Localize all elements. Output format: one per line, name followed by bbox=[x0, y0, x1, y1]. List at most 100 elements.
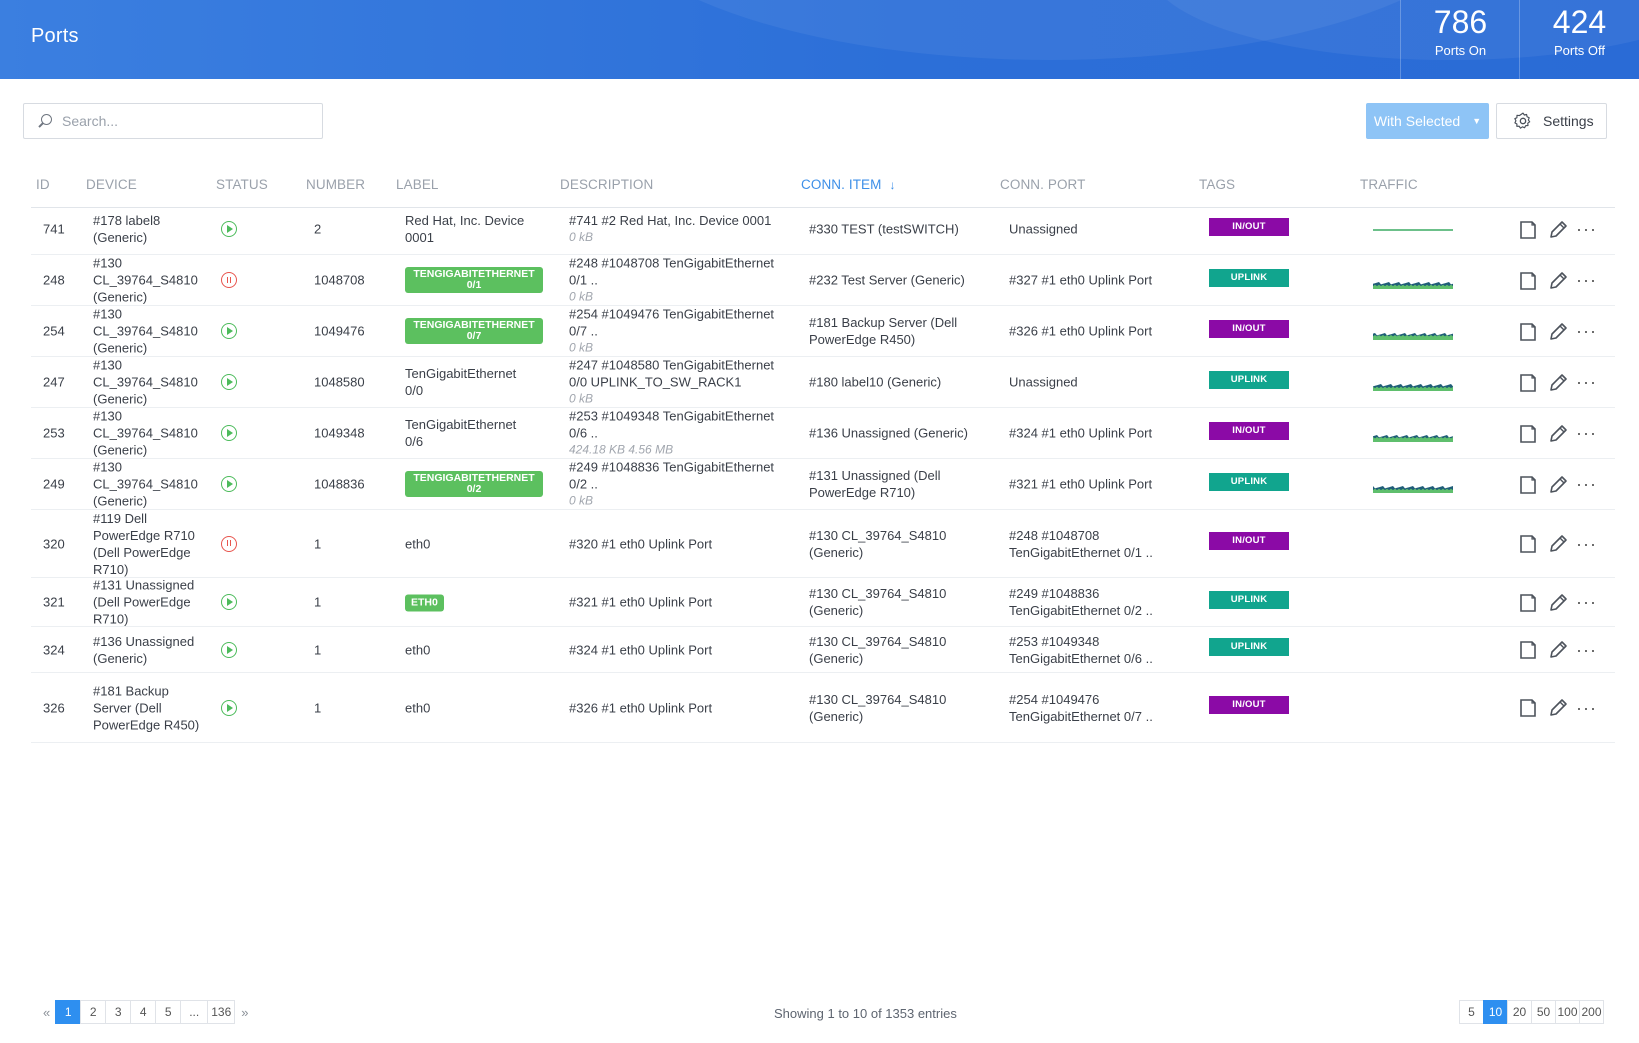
row-label-badge: ETH0 bbox=[405, 593, 444, 612]
search-box[interactable] bbox=[23, 103, 323, 139]
column-label[interactable]: LABEL bbox=[396, 177, 439, 192]
details-icon[interactable] bbox=[1518, 219, 1538, 241]
details-icon[interactable] bbox=[1518, 270, 1538, 292]
page-list: 1 2 3 4 5... 136 bbox=[55, 1000, 236, 1024]
row-id: 321 bbox=[43, 594, 65, 610]
page-size-option[interactable]: 20 bbox=[1507, 1000, 1532, 1024]
details-icon[interactable] bbox=[1518, 372, 1538, 394]
row-number: 1048580 bbox=[314, 374, 365, 390]
more-options-icon[interactable]: ··· bbox=[1576, 372, 1597, 393]
row-conn-port: #324 #1 eth0 Uplink Port bbox=[1009, 425, 1153, 441]
row-tag-badge[interactable]: IN/OUT bbox=[1209, 421, 1289, 440]
row-tag-badge[interactable]: UPLINK bbox=[1209, 590, 1289, 609]
page-button[interactable]: ... bbox=[180, 1000, 209, 1024]
table-row[interactable]: 254 #130 CL_39764_S4810 (Generic) 1049476 T… bbox=[31, 306, 1615, 357]
column-conn-port[interactable]: CONN. PORT bbox=[1000, 177, 1086, 192]
column-traffic[interactable]: TRAFFIC bbox=[1360, 177, 1418, 192]
details-icon[interactable] bbox=[1518, 592, 1538, 614]
details-icon[interactable] bbox=[1518, 423, 1538, 445]
row-tag-badge[interactable]: UPLINK bbox=[1209, 638, 1289, 656]
table-row[interactable]: 324 #136 Unassigned (Generic) 1 eth0 #324 #1… bbox=[31, 627, 1615, 673]
row-description: #321 #1 eth0 Uplink Port bbox=[569, 594, 789, 611]
more-options-icon[interactable]: ··· bbox=[1576, 534, 1597, 555]
row-number: 1048708 bbox=[314, 272, 365, 288]
gear-icon bbox=[1514, 112, 1531, 129]
table-row[interactable]: 741 #178 label8 (Generic) 2 Red Hat, Inc. D… bbox=[31, 204, 1615, 255]
edit-pencil-icon[interactable] bbox=[1547, 474, 1569, 496]
page-size-selector: 5 10 20 50 100 200 bbox=[1459, 1000, 1604, 1024]
column-id[interactable]: ID bbox=[36, 177, 50, 192]
more-options-icon[interactable]: ··· bbox=[1576, 423, 1597, 444]
column-description[interactable]: DESCRIPTION bbox=[560, 177, 653, 192]
edit-pencil-icon[interactable] bbox=[1547, 592, 1569, 614]
with-selected-button[interactable]: With Selected ▼ bbox=[1366, 103, 1489, 139]
page-button[interactable]: 3 bbox=[105, 1000, 132, 1024]
table-row[interactable]: 321 #131 Unassigned (Dell PowerEdge R710)… bbox=[31, 578, 1615, 627]
first-page-icon[interactable]: « bbox=[37, 1005, 56, 1020]
more-options-icon[interactable]: ··· bbox=[1576, 640, 1597, 661]
more-options-icon[interactable]: ··· bbox=[1576, 219, 1597, 240]
page-button[interactable]: 1 bbox=[55, 1000, 82, 1024]
row-tag-badge[interactable]: IN/OUT bbox=[1209, 532, 1289, 550]
ports-on-stat: 786 Ports On bbox=[1400, 0, 1520, 79]
row-tag-badge[interactable]: UPLINK bbox=[1209, 370, 1289, 389]
settings-button[interactable]: Settings bbox=[1496, 103, 1607, 139]
row-conn-item: #131 Unassigned (Dell PowerEdge R710) bbox=[809, 468, 941, 500]
column-tags[interactable]: TAGS bbox=[1199, 177, 1235, 192]
column-conn-item[interactable]: CONN. ITEM ↓ bbox=[801, 177, 896, 192]
row-tag-badge[interactable]: IN/OUT bbox=[1209, 217, 1289, 236]
details-icon[interactable] bbox=[1518, 697, 1538, 719]
table-row[interactable]: 253 #130 CL_39764_S4810 (Generic) 1049348 T… bbox=[31, 408, 1615, 459]
edit-pencil-icon[interactable] bbox=[1547, 372, 1569, 394]
row-device: #130 CL_39764_S4810 (Generic) bbox=[93, 255, 198, 305]
details-icon[interactable] bbox=[1518, 474, 1538, 496]
table-row[interactable]: 247 #130 CL_39764_S4810 (Generic) 1048580 T… bbox=[31, 357, 1615, 408]
more-options-icon[interactable]: ··· bbox=[1576, 698, 1597, 719]
more-options-icon[interactable]: ··· bbox=[1576, 592, 1597, 613]
row-tag-badge[interactable]: UPLINK bbox=[1209, 268, 1289, 287]
edit-pencil-icon[interactable] bbox=[1547, 321, 1569, 343]
page-size-option[interactable]: 50 bbox=[1531, 1000, 1556, 1024]
column-device[interactable]: DEVICE bbox=[86, 177, 137, 192]
page-button[interactable]: 136 bbox=[207, 1000, 236, 1024]
details-icon[interactable] bbox=[1518, 533, 1538, 555]
last-page-icon[interactable]: » bbox=[235, 1005, 254, 1020]
row-tag-badge[interactable]: UPLINK bbox=[1209, 472, 1289, 491]
page-size-option[interactable]: 100 bbox=[1555, 1000, 1580, 1024]
page-size-option[interactable]: 10 bbox=[1483, 1000, 1508, 1024]
more-options-icon[interactable]: ··· bbox=[1576, 474, 1597, 495]
row-number: 1 bbox=[314, 594, 322, 610]
edit-pencil-icon[interactable] bbox=[1547, 270, 1569, 292]
row-device: #131 Unassigned (Dell PowerEdge R710) bbox=[93, 577, 195, 627]
edit-pencil-icon[interactable] bbox=[1547, 697, 1569, 719]
row-id: 248 bbox=[43, 272, 65, 288]
page-button[interactable]: 4 bbox=[130, 1000, 157, 1024]
edit-pencil-icon[interactable] bbox=[1547, 533, 1569, 555]
description-text: #326 #1 eth0 Uplink Port bbox=[569, 700, 713, 715]
more-options-icon[interactable]: ··· bbox=[1576, 270, 1597, 291]
edit-pencil-icon[interactable] bbox=[1547, 639, 1569, 661]
table-row[interactable]: 326 #181 Backup Server (Dell PowerEdge R4… bbox=[31, 673, 1615, 743]
row-conn-item: #180 label10 (Generic) bbox=[809, 374, 942, 390]
page-size-option[interactable]: 5 bbox=[1459, 1000, 1484, 1024]
table-row[interactable]: 248 #130 CL_39764_S4810 (Generic) 1048708 T… bbox=[31, 255, 1615, 306]
edit-pencil-icon[interactable] bbox=[1547, 423, 1569, 445]
column-number[interactable]: NUMBER bbox=[306, 177, 365, 192]
details-icon[interactable] bbox=[1518, 639, 1538, 661]
table-row[interactable]: 249 #130 CL_39764_S4810 (Generic) 1048836 T… bbox=[31, 459, 1615, 510]
row-description: #320 #1 eth0 Uplink Port bbox=[569, 535, 789, 552]
search-input[interactable] bbox=[62, 113, 302, 129]
details-icon[interactable] bbox=[1518, 321, 1538, 343]
page-button[interactable]: 2 bbox=[80, 1000, 107, 1024]
column-status[interactable]: STATUS bbox=[216, 177, 268, 192]
row-status bbox=[221, 425, 241, 441]
page-size-option[interactable]: 200 bbox=[1579, 1000, 1604, 1024]
row-label: eth0 bbox=[405, 536, 431, 551]
settings-label: Settings bbox=[1543, 113, 1594, 129]
row-tag-badge[interactable]: IN/OUT bbox=[1209, 319, 1289, 338]
table-row[interactable]: 320 #119 Dell PowerEdge R710 (Dell PowerE… bbox=[31, 510, 1615, 578]
more-options-icon[interactable]: ··· bbox=[1576, 321, 1597, 342]
edit-pencil-icon[interactable] bbox=[1547, 219, 1569, 241]
page-button[interactable]: 5 bbox=[155, 1000, 182, 1024]
row-tag-badge[interactable]: IN/OUT bbox=[1209, 696, 1289, 714]
